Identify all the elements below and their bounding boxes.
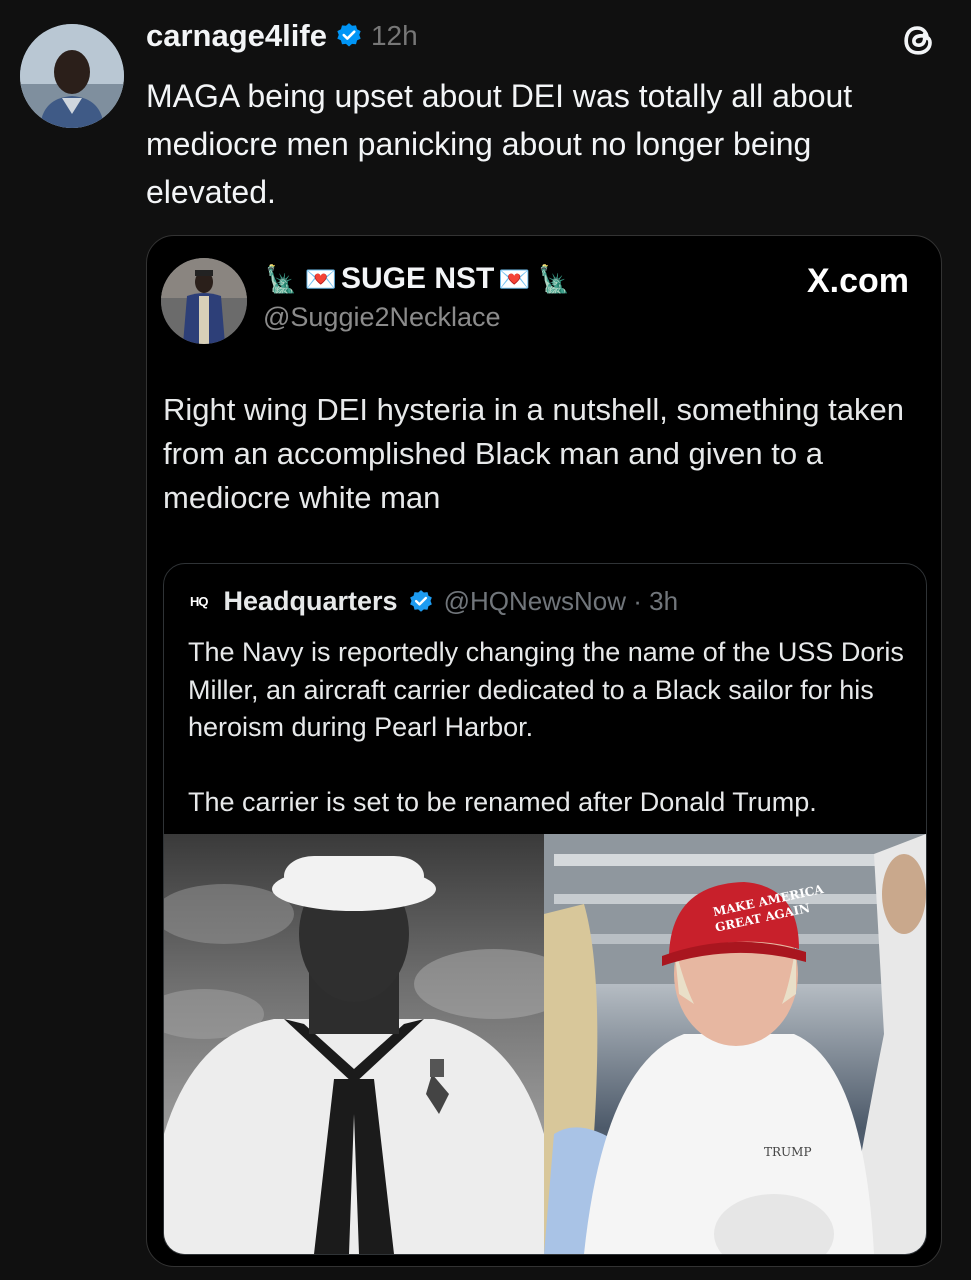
embed-handle[interactable]: @Suggie2Necklace (263, 302, 501, 333)
post-header: carnage4life 12h (146, 18, 418, 54)
embed-post-text: Right wing DEI hysteria in a nutshell, s… (163, 392, 904, 515)
quoted-post-text: The Navy is reportedly changing the name… (188, 637, 904, 817)
source-label[interactable]: X.com (807, 262, 909, 301)
man-in-red-cap-image[interactable]: MAKE AMERICA GREAT AGAIN TRUMP (544, 834, 926, 1254)
shirt-logo-text: TRUMP (764, 1145, 812, 1159)
author-avatar[interactable] (20, 24, 124, 128)
man-in-red-cap-illustration: MAKE AMERICA GREAT AGAIN TRUMP (544, 834, 926, 1254)
quoted-author-name[interactable]: Headquarters (224, 586, 398, 617)
quoted-post-header: HQ Headquarters @HQNewsNow · 3h (190, 586, 678, 617)
verified-badge-icon (337, 23, 361, 47)
post-text: MAGA being upset about DEI was totally a… (146, 78, 853, 210)
threads-logo-icon[interactable] (897, 18, 941, 62)
author-username[interactable]: carnage4life (146, 18, 327, 54)
quoted-post-card[interactable]: HQ Headquarters @HQNewsNow · 3h The Navy… (163, 563, 927, 1255)
quoted-post-media[interactable]: MAKE AMERICA GREAT AGAIN TRUMP (164, 834, 926, 1254)
sailor-portrait-image[interactable] (164, 834, 544, 1254)
post-timestamp[interactable]: 12h (371, 20, 418, 52)
embed-display-name-row[interactable]: 🗽 💌 SUGE NST 💌 🗽 (265, 262, 570, 296)
emoji-decoration-right: 💌 🗽 (498, 263, 571, 294)
quoted-author-handle-time[interactable]: @HQNewsNow · 3h (444, 586, 678, 617)
author-avatar-image (20, 24, 124, 128)
embed-avatar-image (161, 258, 247, 344)
sailor-illustration (164, 856, 544, 1254)
verified-badge-icon (409, 589, 432, 612)
embedded-post-card[interactable]: 🗽 💌 SUGE NST 💌 🗽 @Suggie2Necklace X.com … (146, 235, 942, 1267)
embed-author-avatar[interactable] (161, 258, 247, 344)
emoji-decoration-left: 🗽 💌 (265, 263, 337, 294)
hq-logo-icon: HQ (190, 594, 208, 609)
embed-display-name: SUGE NST (340, 262, 495, 295)
